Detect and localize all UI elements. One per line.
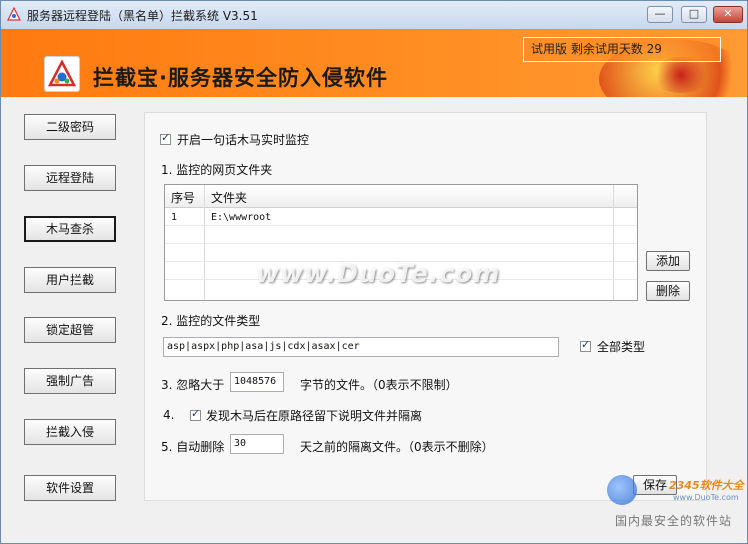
auto-delete-suffix: 天之前的隔离文件。（0表示不删除） bbox=[300, 440, 494, 454]
maximize-button[interactable]: □ bbox=[681, 6, 707, 23]
watermark-logo-icon bbox=[607, 475, 637, 505]
app-logo bbox=[44, 56, 80, 92]
quarantine-label: 发现木马后在原路径留下说明文件并隔离 bbox=[206, 409, 423, 423]
app-title: 拦截宝·服务器安全防入侵软件 bbox=[93, 66, 388, 90]
delete-folder-button[interactable]: 删除 bbox=[646, 281, 690, 301]
site-watermark: www.DuoTe.com bbox=[256, 259, 501, 288]
all-types-checkbox[interactable] bbox=[580, 338, 591, 352]
column-header-folder: 文件夹 bbox=[211, 191, 248, 205]
nav-software-settings-button[interactable]: 软件设置 bbox=[24, 475, 116, 501]
nav-forced-ad-button[interactable]: 强制广告 bbox=[24, 368, 116, 394]
nav-second-password-button[interactable]: 二级密码 bbox=[24, 114, 116, 140]
auto-delete-days-input[interactable]: 30 bbox=[230, 434, 284, 454]
trial-status: 试用版 剩余试用天数 29 bbox=[523, 37, 721, 62]
file-types-input[interactable]: asp|aspx|php|asa|js|cdx|asax|cer bbox=[163, 337, 559, 357]
auto-delete-label: 5. 自动删除 bbox=[161, 440, 225, 454]
close-button[interactable]: ✕ bbox=[713, 6, 743, 23]
ignore-size-label: 3. 忽略大于 bbox=[161, 378, 225, 392]
nav-block-intrusion-button[interactable]: 拦截入侵 bbox=[24, 419, 116, 445]
ignore-size-input[interactable]: 1048576 bbox=[230, 372, 284, 392]
ignore-size-suffix: 字节的文件。（0表示不限制） bbox=[300, 378, 458, 392]
nav-remote-login-button[interactable]: 远程登陆 bbox=[24, 165, 116, 191]
table-cell-index[interactable]: 1 bbox=[171, 212, 177, 223]
quarantine-checkbox[interactable] bbox=[190, 407, 201, 421]
header-banner: 拦截宝·服务器安全防入侵软件 试用版 剩余试用天数 29 bbox=[1, 29, 747, 97]
row-divider bbox=[165, 225, 637, 226]
shield-logo-icon bbox=[48, 60, 76, 87]
window-title: 服务器远程登陆（黑名单）拦截系统 V3.51 bbox=[27, 9, 258, 23]
nav-trojan-scan-button[interactable]: 木马查杀 bbox=[24, 216, 116, 242]
corner-watermark: 2345软件大全 www.DuoTe.com 国内最安全的软件站 bbox=[607, 473, 747, 528]
watermark-brand: 2345软件大全 bbox=[669, 479, 744, 492]
quarantine-number: 4. bbox=[163, 408, 175, 422]
app-icon bbox=[7, 7, 21, 21]
nav-lock-admin-button[interactable]: 锁定超管 bbox=[24, 317, 116, 343]
app-window: 服务器远程登陆（黑名单）拦截系统 V3.51 — □ ✕ 拦截宝·服务器安全防入… bbox=[0, 0, 748, 544]
file-types-heading: 2. 监控的文件类型 bbox=[161, 314, 261, 328]
enable-monitor-label: 开启一句话木马实时监控 bbox=[177, 133, 310, 147]
watermark-slogan: 国内最安全的软件站 bbox=[615, 514, 733, 528]
enable-monitor-checkbox[interactable] bbox=[160, 131, 171, 145]
nav-user-block-button[interactable]: 用户拦截 bbox=[24, 267, 116, 293]
column-header-index: 序号 bbox=[171, 191, 196, 205]
minimize-button[interactable]: — bbox=[647, 6, 673, 23]
title-bar[interactable]: 服务器远程登陆（黑名单）拦截系统 V3.51 — □ ✕ bbox=[1, 1, 747, 29]
add-folder-button[interactable]: 添加 bbox=[646, 251, 690, 271]
all-types-label: 全部类型 bbox=[597, 340, 646, 354]
watermark-url: www.DuoTe.com bbox=[673, 493, 739, 502]
monitored-folders-heading: 1. 监控的网页文件夹 bbox=[161, 163, 273, 177]
row-divider bbox=[165, 243, 637, 244]
table-cell-folder[interactable]: E:\wwwroot bbox=[211, 212, 271, 223]
lion-dance-decoration-accent bbox=[651, 57, 711, 93]
